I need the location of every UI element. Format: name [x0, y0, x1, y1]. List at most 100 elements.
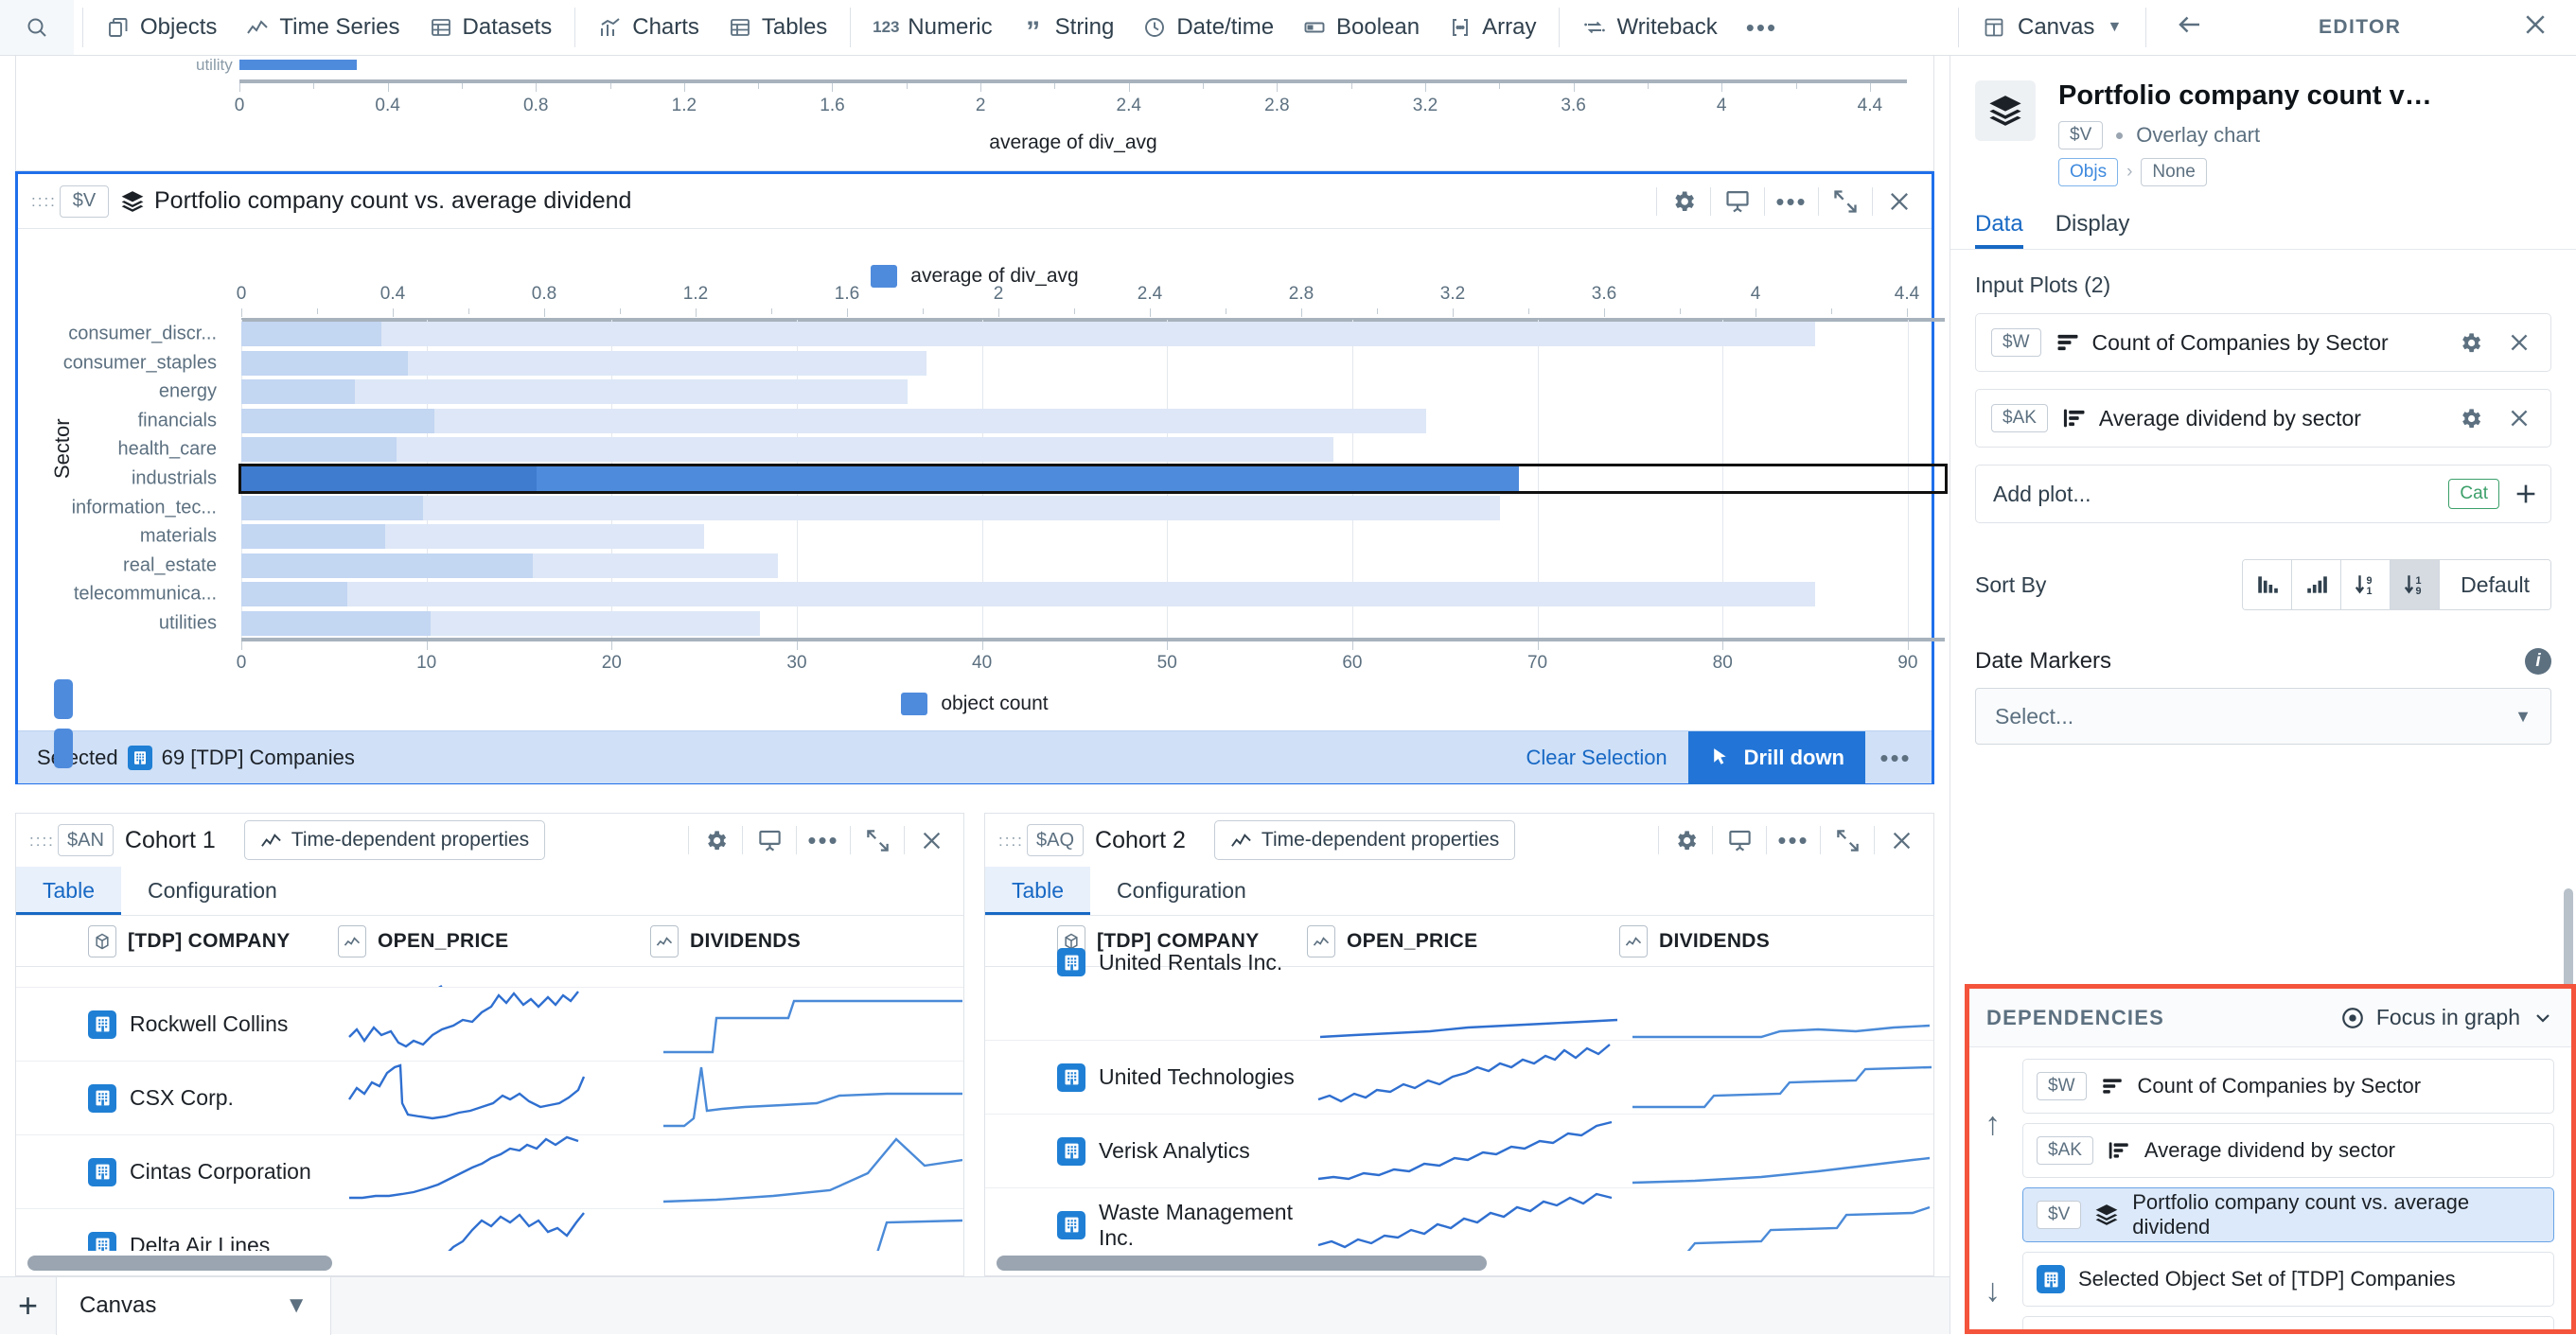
- bar-average-div-avg[interactable]: [241, 495, 423, 520]
- partial-chart-above[interactable]: utility 0 0.4 0.8 1.2 1.6 2 2.4 2.8 3.2 3.6 4 4.4 a…: [15, 56, 1934, 171]
- bar-average-div-avg[interactable]: [241, 379, 355, 405]
- dependency-row-portfolio-chart[interactable]: $V Portfolio company count vs. average d…: [2022, 1187, 2554, 1242]
- chart-bars-container[interactable]: [238, 320, 1948, 638]
- bar-average-div-avg[interactable]: [241, 582, 347, 607]
- bar-average-div-avg[interactable]: [241, 610, 431, 636]
- bar-average-div-avg[interactable]: [241, 553, 533, 578]
- bar-average-div-avg[interactable]: [241, 350, 408, 376]
- toolbar-item-string[interactable]: ” String: [1007, 0, 1129, 55]
- chart-close-button[interactable]: [1873, 180, 1926, 223]
- bar-average-div-avg[interactable]: [241, 408, 434, 433]
- editor-back-button[interactable]: [2155, 10, 2225, 45]
- chart-bar-row[interactable]: [241, 437, 1945, 463]
- cohort-2-present-button[interactable]: [1713, 818, 1766, 862]
- column-header-dividends[interactable]: DIVIDENDS: [650, 924, 962, 957]
- sort-1-to-9-button[interactable]: 19: [2391, 560, 2441, 610]
- date-markers-select[interactable]: Select... ▼: [1975, 688, 2551, 746]
- editor-tab-data[interactable]: Data: [1975, 211, 2023, 249]
- input-plot-row-average-dividend[interactable]: $AK Average dividend by sector: [1975, 389, 2551, 448]
- dependency-row-count-of-companies[interactable]: $W Count of Companies by Sector: [2022, 1059, 2554, 1114]
- breadcrumb-none-chip[interactable]: None: [2141, 158, 2207, 187]
- dependency-row-average-dividend[interactable]: $AK Average dividend by sector: [2022, 1123, 2554, 1178]
- toolbar-item-datetime[interactable]: Date/time: [1128, 0, 1288, 55]
- bar-object-count[interactable]: [241, 495, 1501, 520]
- editor-close-button[interactable]: [2495, 10, 2576, 45]
- chart-footer-more-button[interactable]: •••: [1865, 731, 1926, 784]
- cohort-1-more-button[interactable]: •••: [797, 818, 850, 862]
- toolbar-item-boolean[interactable]: Boolean: [1288, 0, 1434, 55]
- overlay-chart-card[interactable]: :::: $V Portfolio company count vs. aver…: [15, 171, 1948, 784]
- cohort-2-tab-table[interactable]: Table: [985, 867, 1090, 915]
- plot-remove-button[interactable]: [2497, 396, 2541, 440]
- cohort-2-tdp-button[interactable]: Time-dependent properties: [1213, 820, 1516, 860]
- cohort-2-horizontal-scrollbar[interactable]: [985, 1251, 1933, 1275]
- toolbar-item-array[interactable]: Array: [1434, 0, 1550, 55]
- bar-object-count[interactable]: [241, 437, 1334, 463]
- sort-default-button[interactable]: Default: [2440, 560, 2550, 610]
- chart-bar-row[interactable]: [241, 350, 1945, 376]
- chart-expand-button[interactable]: [1819, 180, 1872, 223]
- bar-average-div-avg[interactable]: [241, 524, 385, 550]
- chart-present-button[interactable]: [1711, 180, 1764, 223]
- cohort-1-tdp-button[interactable]: Time-dependent properties: [243, 820, 546, 860]
- table-row[interactable]: Cintas Corporation: [16, 1135, 963, 1209]
- chart-bar-row[interactable]: [241, 582, 1945, 607]
- cohort-1-panel[interactable]: :::: $AN Cohort 1 Time-dependent propert…: [15, 813, 964, 1276]
- toolbar-item-numeric[interactable]: 123 Numeric: [859, 0, 1006, 55]
- scrollbar-thumb[interactable]: [27, 1256, 332, 1271]
- info-icon[interactable]: i: [2525, 648, 2551, 676]
- drag-handle-icon[interactable]: ::::: [31, 193, 55, 209]
- search-button[interactable]: [0, 0, 74, 55]
- cohort-1-tab-table[interactable]: Table: [16, 867, 121, 915]
- canvas-selector-button[interactable]: Canvas ▼: [1967, 0, 2137, 55]
- chart-bar-row[interactable]: [241, 495, 1945, 520]
- bar-object-count[interactable]: [241, 322, 1816, 347]
- table-row[interactable]: CSX Corp.: [16, 1062, 963, 1135]
- cohort-2-panel[interactable]: :::: $AQ Cohort 2 Time-dependent propert…: [984, 813, 1934, 1276]
- cohort-2-close-button[interactable]: [1875, 818, 1928, 862]
- plus-icon[interactable]: [2513, 481, 2539, 507]
- column-header-open-price[interactable]: OPEN_PRICE: [338, 924, 650, 957]
- plot-settings-button[interactable]: [2448, 321, 2492, 364]
- plot-remove-button[interactable]: [2497, 321, 2541, 364]
- editor-tab-display[interactable]: Display: [2056, 211, 2130, 249]
- toolbar-item-writeback[interactable]: Writeback: [1568, 0, 1731, 55]
- bar-average-div-avg[interactable]: [241, 466, 537, 491]
- chart-bar-row[interactable]: [241, 379, 1945, 405]
- chart-bar-row[interactable]: [241, 408, 1945, 433]
- chevron-down-icon[interactable]: [2532, 1007, 2554, 1029]
- cohort-2-expand-button[interactable]: [1821, 818, 1874, 862]
- chart-plot-area[interactable]: average of div_avg 0 0.4 0.8 1.2 1.6 2 2.4 2.8 3…: [18, 229, 1948, 768]
- scrollbar-thumb[interactable]: [997, 1256, 1487, 1271]
- toolbar-item-charts[interactable]: Charts: [584, 0, 714, 55]
- cohort-1-settings-button[interactable]: [689, 818, 742, 862]
- chart-more-button[interactable]: •••: [1765, 180, 1818, 223]
- dependency-row-selected-object-set-2[interactable]: Selected Object Set of [TDP] Companies: [2022, 1316, 2554, 1329]
- chart-settings-button[interactable]: [1657, 180, 1710, 223]
- add-canvas-button[interactable]: +: [0, 1276, 57, 1335]
- cohort-2-tab-configuration[interactable]: Configuration: [1090, 867, 1273, 915]
- table-row[interactable]: United Rentals Inc.: [985, 948, 1933, 1041]
- toolbar-item-datasets[interactable]: Datasets: [415, 0, 567, 55]
- sort-bars-desc-button[interactable]: [2243, 560, 2293, 610]
- toolbar-item-objects[interactable]: Objects: [92, 0, 231, 55]
- breadcrumb-objs-chip[interactable]: Objs: [2058, 158, 2119, 187]
- toolbar-overflow-button[interactable]: •••: [1732, 0, 1791, 55]
- chevron-down-icon[interactable]: ▼: [285, 1292, 308, 1319]
- input-plot-row-count-of-companies[interactable]: $W Count of Companies by Sector: [1975, 313, 2551, 373]
- cohort-2-settings-button[interactable]: [1659, 818, 1712, 862]
- bar-average-div-avg[interactable]: [241, 437, 397, 463]
- plot-settings-button[interactable]: [2448, 396, 2492, 440]
- table-row[interactable]: Rockwell Collins: [16, 988, 963, 1062]
- sort-bars-asc-button[interactable]: [2292, 560, 2342, 610]
- dependency-row-selected-object-set-1[interactable]: Selected Object Set of [TDP] Companies: [2022, 1252, 2554, 1307]
- sort-9-to-1-button[interactable]: 91: [2341, 560, 2391, 610]
- toolbar-item-time-series[interactable]: Time Series: [231, 0, 414, 55]
- drag-handle-icon[interactable]: ::::: [998, 833, 1022, 849]
- chart-bar-row[interactable]: [241, 553, 1945, 578]
- cohort-2-more-button[interactable]: •••: [1767, 818, 1820, 862]
- y-axis-handle-2[interactable]: [54, 729, 73, 768]
- drag-handle-icon[interactable]: ::::: [29, 833, 53, 849]
- canvas-tab[interactable]: Canvas ▼: [57, 1276, 331, 1335]
- cohort-1-horizontal-scrollbar[interactable]: [16, 1251, 963, 1275]
